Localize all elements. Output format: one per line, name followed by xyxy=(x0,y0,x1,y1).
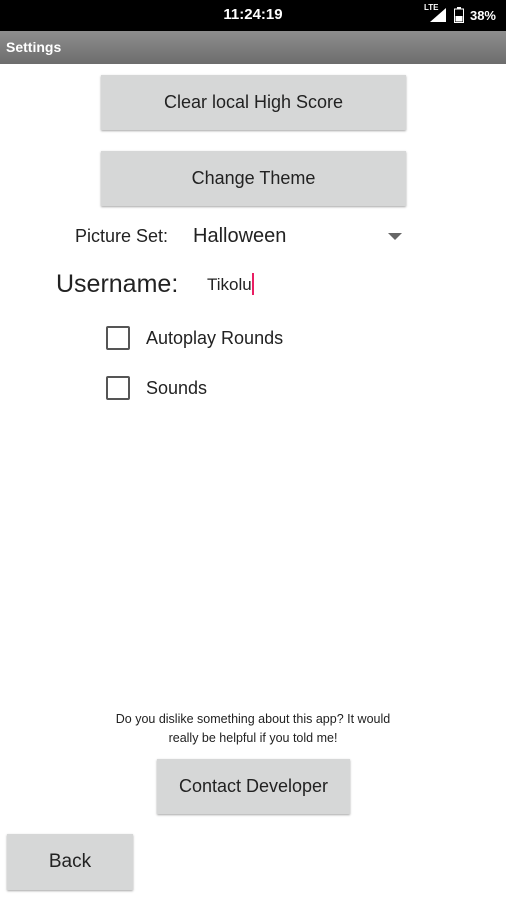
battery-percent: 38% xyxy=(469,7,496,23)
feedback-message: Do you dislike something about this app?… xyxy=(115,712,391,745)
picture-set-label: Picture Set: xyxy=(75,226,169,246)
battery-icon xyxy=(453,7,464,23)
sounds-label: Sounds xyxy=(146,377,208,398)
autoplay-rounds-checkbox[interactable] xyxy=(106,326,130,350)
username-value: Tikolu xyxy=(207,275,252,294)
clear-high-score-button[interactable]: Clear local High Score xyxy=(101,75,406,130)
username-input[interactable]: Tikolu xyxy=(206,268,406,302)
text-caret xyxy=(251,273,254,295)
lte-signal-icon: LTE xyxy=(424,3,448,24)
back-button[interactable]: Back xyxy=(7,834,133,890)
sounds-checkbox[interactable] xyxy=(106,376,130,400)
username-label: Username: xyxy=(56,270,179,298)
sounds-row[interactable]: Sounds xyxy=(106,373,207,403)
picture-set-dropdown[interactable]: Halloween xyxy=(190,220,410,254)
status-icons: LTE 38% xyxy=(424,3,496,25)
app-bar: Settings xyxy=(0,31,506,64)
contact-developer-button[interactable]: Contact Developer xyxy=(157,759,350,814)
dropdown-arrow-icon xyxy=(388,233,402,240)
change-theme-button[interactable]: Change Theme xyxy=(101,151,406,206)
autoplay-rounds-row[interactable]: Autoplay Rounds xyxy=(106,323,283,353)
picture-set-value: Halloween xyxy=(193,225,287,247)
page-title: Settings xyxy=(6,39,62,55)
status-bar: 11:24:19 LTE 38% xyxy=(0,0,506,31)
autoplay-rounds-label: Autoplay Rounds xyxy=(146,327,284,348)
